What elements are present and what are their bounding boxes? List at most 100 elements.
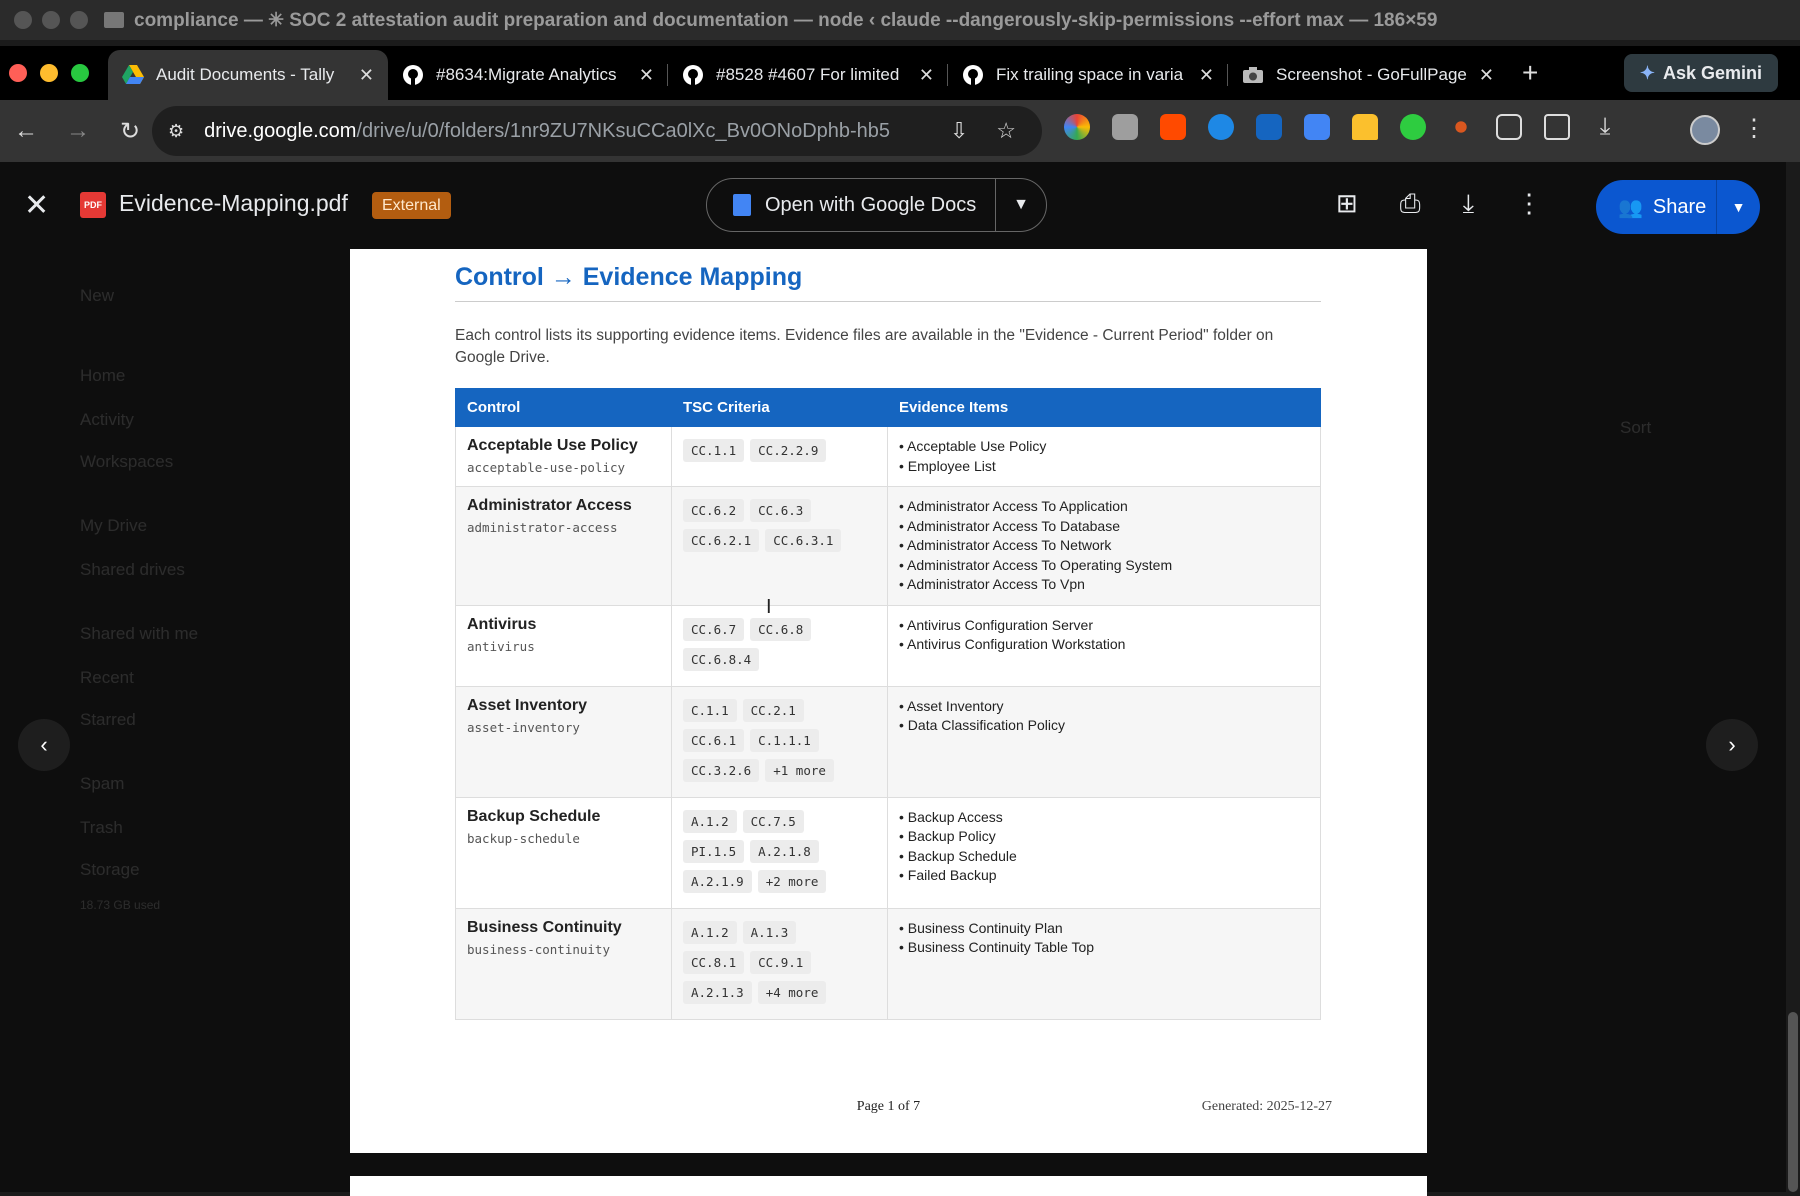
browser-tab[interactable]: Audit Documents - Tally ✕ <box>108 50 388 100</box>
scrollbar-thumb[interactable] <box>1788 1012 1798 1192</box>
evidence-mapping-table: Control TSC Criteria Evidence Items Acce… <box>455 388 1321 1020</box>
evidence-item: • Business Continuity Table Top <box>899 939 1095 955</box>
ask-gemini-button[interactable]: ✦ Ask Gemini <box>1623 54 1778 92</box>
google-docs-icon <box>733 194 751 216</box>
bookmark-star-icon[interactable]: ☆ <box>996 118 1016 144</box>
tsc-tag: A.1.2 <box>683 920 737 944</box>
bell-extension-icon[interactable] <box>1352 114 1378 140</box>
tsc-tag: C.1.1 <box>683 698 737 722</box>
control-name: Administrator Access <box>467 497 632 514</box>
open-with-google-docs-button[interactable]: Open with Google Docs ▼ <box>706 178 1047 232</box>
control-cell: Antivirus antivirus <box>455 604 672 687</box>
close-viewer-icon[interactable]: ✕ <box>24 188 49 223</box>
browser-tab-bar: Audit Documents - Tally ✕ #8634:Migrate … <box>0 46 1800 100</box>
open-with-dropdown-icon[interactable]: ▼ <box>996 196 1046 214</box>
evidence-cell: • Acceptable Use Policy • Employee List <box>887 426 1321 487</box>
close-tab-icon[interactable]: ✕ <box>919 65 934 86</box>
address-bar[interactable]: ⚙ drive.google.com/drive/u/0/folders/1nr… <box>152 106 1042 156</box>
add-comment-icon[interactable]: ⊞ <box>1336 188 1358 220</box>
zapier-extension-icon[interactable] <box>1160 114 1186 140</box>
more-actions-icon[interactable]: ⋮ <box>1516 188 1542 220</box>
github-icon <box>402 64 424 86</box>
viewer-header: ✕ PDF Evidence-Mapping.pdf External Open… <box>0 162 1786 250</box>
downloads-icon[interactable]: ⤓ <box>1592 114 1618 140</box>
control-slug: acceptable-use-policy <box>467 460 626 475</box>
tsc-tag: +2 more <box>757 869 827 893</box>
reading-mode-icon[interactable] <box>1544 114 1570 140</box>
close-tab-icon[interactable]: ✕ <box>1199 65 1214 86</box>
scrollbar[interactable] <box>1786 162 1800 1192</box>
camera-extension-icon[interactable] <box>1112 114 1138 140</box>
tsc-tag: CC.1.1 <box>683 439 745 462</box>
title-divider <box>455 301 1321 302</box>
evidence-item: • Failed Backup <box>899 867 997 883</box>
traffic-lights[interactable] <box>0 64 108 82</box>
tsc-cell: CC.6.2 CC.6.3 CC.6.2.1 CC.6.3.1 <box>671 486 888 606</box>
print-icon[interactable]: ⎙ <box>1400 188 1421 220</box>
browser-tab[interactable]: Screenshot - GoFullPage ✕ <box>1228 50 1508 100</box>
chrome-extension-icon[interactable] <box>1064 114 1090 140</box>
control-cell: Backup Schedule backup-schedule <box>455 796 672 909</box>
close-tab-icon[interactable]: ✕ <box>639 65 654 86</box>
github-icon <box>682 64 704 86</box>
download-icon[interactable]: ⤓ <box>1463 188 1475 220</box>
control-name: Antivirus <box>467 615 537 633</box>
close-window-button[interactable] <box>9 64 27 82</box>
share-dropdown-icon[interactable]: ▼ <box>1716 180 1760 234</box>
tsc-cell: A.1.2 A.1.3 CC.8.1 CC.9.1 A.2.1.3 +4 more <box>671 907 888 1020</box>
control-cell: Asset Inventory asset-inventory <box>455 685 672 798</box>
control-slug: antivirus <box>467 638 535 654</box>
site-settings-icon[interactable]: ⚙ <box>168 121 184 142</box>
document-title: Control → Evidence Mapping <box>455 263 803 291</box>
tsc-tag: A.2.1.3 <box>683 980 752 1004</box>
tsc-tag: CC.6.8 <box>750 617 812 641</box>
evidence-item: • Antivirus Configuration Workstation <box>899 636 1126 652</box>
tsc-tag: +1 more <box>765 758 834 782</box>
evidence-item: • Administrator Access To Network <box>899 537 1112 553</box>
pdf-page-next <box>350 1176 1427 1196</box>
tsc-tag: CC.8.1 <box>683 950 745 974</box>
evidence-cell: • Asset Inventory • Data Classification P… <box>887 685 1321 798</box>
tsc-tag: +4 more <box>757 980 827 1004</box>
close-tab-icon[interactable]: ✕ <box>1479 65 1494 86</box>
minimize-window-button[interactable] <box>40 64 58 82</box>
window-controls[interactable] <box>14 11 88 29</box>
reload-icon[interactable]: ↻ <box>104 117 156 146</box>
chevron-left-icon: ‹ <box>40 732 48 757</box>
tsc-tag: CC.3.2.6 <box>683 758 760 782</box>
browser-tab[interactable]: Fix trailing space in varia ✕ <box>948 50 1228 100</box>
browser-tab[interactable]: #8528 #4607 For limited ✕ <box>668 50 948 100</box>
claude-extension-icon[interactable] <box>1448 114 1474 140</box>
sync-extension-icon[interactable] <box>1208 114 1234 140</box>
install-app-icon[interactable]: ⇩ <box>950 118 968 144</box>
new-tab-button[interactable]: + <box>1522 57 1538 89</box>
tsc-tag: CC.6.2.1 <box>683 529 760 552</box>
table-row: Backup Schedule backup-schedule A.1.2 CC.7.… <box>455 796 1321 909</box>
header-evidence-items: Evidence Items <box>887 388 1321 427</box>
bolt-extension-icon[interactable] <box>1256 114 1282 140</box>
control-name: Asset Inventory <box>467 696 588 714</box>
browser-menu-icon[interactable]: ⋮ <box>1742 114 1766 143</box>
share-button[interactable]: 👥 Share ▼ <box>1596 180 1760 234</box>
tsc-tag: CC.6.2 <box>683 499 745 522</box>
grammar-extension-icon[interactable] <box>1400 114 1426 140</box>
puzzle-extensions-icon[interactable] <box>1496 114 1522 140</box>
previous-file-button[interactable]: ‹ <box>18 719 70 771</box>
document-description: Each control lists its supporting eviden… <box>455 327 1274 366</box>
back-arrow-icon[interactable]: ← <box>0 117 52 145</box>
maximize-window-button[interactable] <box>71 64 89 82</box>
tsc-cell: C.1.1 CC.2.1 CC.6.1 C.1.1.1 CC.3.2.6 +1 more <box>671 685 888 798</box>
profile-avatar[interactable] <box>1690 115 1720 145</box>
translate-extension-icon[interactable] <box>1304 114 1330 140</box>
tsc-tag: CC.6.3 <box>750 499 812 522</box>
close-tab-icon[interactable]: ✕ <box>359 65 374 86</box>
control-cell: Acceptable Use Policy acceptable-use-poli… <box>455 426 672 487</box>
next-file-button[interactable]: › <box>1706 719 1758 771</box>
forward-arrow-icon[interactable]: → <box>52 117 104 145</box>
browser-tab[interactable]: #8634:Migrate Analytics ✕ <box>388 50 668 100</box>
url-text[interactable]: drive.google.com/drive/u/0/folders/1nr9Z… <box>204 120 890 143</box>
tsc-tag: CC.2.2.9 <box>750 439 827 462</box>
evidence-item: • Business Continuity Plan <box>899 919 1063 936</box>
tsc-tag: CC.6.1 <box>683 728 745 752</box>
evidence-item: • Data Classification Policy <box>899 717 1065 733</box>
